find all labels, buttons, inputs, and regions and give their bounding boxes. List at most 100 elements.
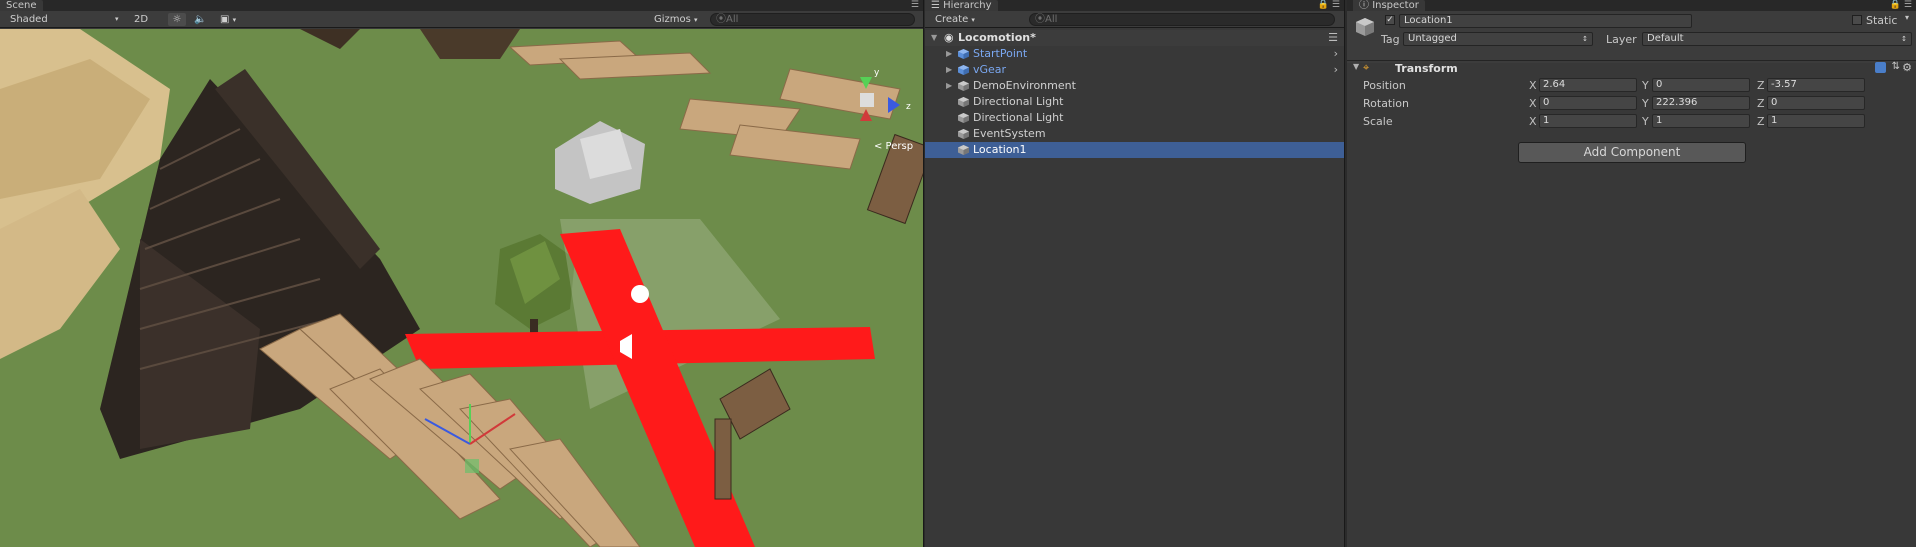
shading-mode-dropdown[interactable]: Shaded ▾ — [10, 13, 125, 26]
active-checkbox[interactable]: ✓ — [1385, 15, 1395, 25]
chevron-down-icon[interactable]: ▾ — [1905, 13, 1909, 22]
panel-menu-icon[interactable]: 🔒 ☰ — [1318, 0, 1340, 11]
hierarchy-item-label: DemoEnvironment — [973, 79, 1076, 92]
scene-toolbar: Shaded ▾ 2D ☼ 🔈 ▣ ▾ Gizmos ▾ ⦿All — [0, 11, 923, 28]
scene-menu-icon[interactable]: ☰ — [1328, 30, 1338, 46]
prefab-cube-icon — [958, 65, 969, 75]
hierarchy-item[interactable]: EventSystem — [925, 126, 1344, 142]
position-z-field[interactable]: -3.57 — [1767, 78, 1865, 92]
panel-menu-icon[interactable]: ☰ — [911, 0, 919, 11]
gameobject-cube-icon — [1356, 18, 1374, 36]
preset-icon[interactable]: ⇅ — [1892, 61, 1900, 72]
tag-value: Untagged — [1408, 33, 1457, 44]
hierarchy-item[interactable]: ▶ StartPoint › — [925, 46, 1344, 62]
y-axis-label[interactable]: Y — [1642, 97, 1649, 110]
z-axis-label[interactable]: Z — [1757, 79, 1765, 92]
chevron-right-icon[interactable]: › — [1334, 46, 1338, 62]
gizmos-dropdown[interactable]: Gizmos ▾ — [654, 13, 698, 26]
hierarchy-tabstrip: ☰ Hierarchy 🔒 ☰ — [925, 0, 1344, 11]
scale-y-field[interactable]: 1 — [1652, 114, 1750, 128]
chevron-down-icon: ▾ — [115, 15, 119, 23]
chevron-right-icon[interactable]: › — [1334, 62, 1338, 78]
layer-label: Layer — [1606, 33, 1637, 46]
static-label: Static — [1866, 14, 1898, 27]
lighting-toggle[interactable]: ☼ — [168, 13, 186, 26]
position-y-field[interactable]: 0 — [1652, 78, 1750, 92]
position-label: Position — [1363, 79, 1406, 92]
y-axis-label[interactable]: Y — [1642, 79, 1649, 92]
gameobject-cube-icon — [958, 113, 969, 123]
mode-2d-toggle[interactable]: 2D — [134, 13, 148, 26]
rotation-y-field[interactable]: 222.396 — [1652, 96, 1750, 110]
effects-dropdown[interactable]: ▣ ▾ — [220, 13, 236, 26]
tab-inspector[interactable]: ⓘ Inspector — [1353, 0, 1425, 11]
gizmo-z-label: z — [906, 102, 911, 112]
inspector-panel: ⓘ Inspector 🔒 ☰ ✓ Location1 Static ▾ Tag… — [1347, 0, 1916, 547]
hierarchy-item-label: Directional Light — [973, 95, 1064, 108]
gameobject-cube-icon — [958, 81, 969, 91]
z-axis-label[interactable]: Z — [1757, 97, 1765, 110]
static-checkbox[interactable] — [1852, 15, 1862, 25]
help-book-icon[interactable] — [1875, 62, 1886, 73]
scene-tabstrip: Scene ☰ — [0, 0, 923, 11]
gameobject-cube-icon — [958, 97, 969, 107]
hierarchy-search-input[interactable]: ⦿All — [1029, 13, 1335, 26]
position-x-field[interactable]: 2.64 — [1539, 78, 1637, 92]
gizmo-y-label: y — [874, 68, 880, 78]
rotation-label: Rotation — [1363, 97, 1410, 110]
gameobject-cube-icon — [958, 145, 969, 155]
create-dropdown[interactable]: Create ▾ — [935, 13, 975, 26]
hierarchy-item[interactable]: Location1 — [925, 142, 1344, 158]
audio-toggle[interactable]: 🔈 — [194, 13, 206, 26]
scene-render: y z < Persp — [0, 29, 923, 547]
panel-menu-icon[interactable]: 🔒 ☰ — [1890, 0, 1912, 11]
hierarchy-tree: ▼ ◉ Locomotion* ☰ ▶ StartPoint › ▶ vGear › ▶ De… — [925, 30, 1344, 158]
hierarchy-item[interactable]: ▶ vGear › — [925, 62, 1344, 78]
gameobject-cube-icon — [958, 129, 969, 139]
expand-arrow-icon[interactable]: ▶ — [946, 46, 952, 62]
tab-inspector-label: Inspector — [1372, 0, 1419, 11]
rotation-x-field[interactable]: 0 — [1539, 96, 1637, 110]
rotation-z-field[interactable]: 0 — [1767, 96, 1865, 110]
hierarchy-item-label: EventSystem — [973, 127, 1046, 140]
object-name-input[interactable]: Location1 — [1399, 14, 1692, 28]
expand-arrow-icon[interactable]: ▶ — [946, 62, 952, 78]
gear-icon[interactable]: ⚙ — [1902, 61, 1912, 74]
x-axis-label[interactable]: X — [1529, 79, 1537, 92]
hierarchy-item[interactable]: Directional Light — [925, 110, 1344, 126]
chevron-down-icon: ▾ — [694, 16, 698, 24]
expand-arrow-icon[interactable]: ▶ — [946, 78, 952, 94]
tab-hierarchy[interactable]: ☰ Hierarchy — [925, 0, 998, 11]
chevron-down-icon: ▾ — [971, 16, 975, 24]
hierarchy-item-label: Directional Light — [973, 111, 1064, 124]
hierarchy-item-label: Location1 — [973, 143, 1027, 156]
x-axis-label[interactable]: X — [1529, 97, 1537, 110]
prefab-cube-icon — [958, 49, 969, 59]
x-axis-label[interactable]: X — [1529, 115, 1537, 128]
hierarchy-item[interactable]: Directional Light — [925, 94, 1344, 110]
y-axis-label[interactable]: Y — [1642, 115, 1649, 128]
tab-hierarchy-label: Hierarchy — [943, 0, 992, 11]
hierarchy-panel: ☰ Hierarchy 🔒 ☰ Create ▾ ⦿All ▼ ◉ Locomo… — [925, 0, 1345, 547]
scene-panel: Scene ☰ Shaded ▾ 2D ☼ 🔈 ▣ ▾ Gizmos ▾ ⦿Al… — [0, 0, 924, 547]
scale-x-field[interactable]: 1 — [1539, 114, 1637, 128]
chevron-down-icon: ▾ — [232, 16, 237, 24]
scene-viewport[interactable]: y z < Persp — [0, 29, 923, 547]
add-component-button[interactable]: Add Component — [1518, 142, 1746, 163]
expand-arrow-icon[interactable]: ▼ — [1353, 62, 1359, 71]
inspector-tabstrip: ⓘ Inspector 🔒 ☰ — [1347, 0, 1916, 11]
scene-search-input[interactable]: ⦿All — [710, 13, 915, 26]
gizmos-label: Gizmos — [654, 14, 691, 25]
layer-dropdown[interactable]: Default ↕ — [1642, 32, 1912, 46]
hierarchy-item[interactable]: ▶ DemoEnvironment — [925, 78, 1344, 94]
z-axis-label[interactable]: Z — [1757, 115, 1765, 128]
transform-component-header[interactable]: ▼ ⌖ Transform ⇅ ⚙ — [1347, 60, 1916, 77]
scale-z-field[interactable]: 1 — [1767, 114, 1865, 128]
tag-dropdown[interactable]: Untagged ↕ — [1403, 32, 1593, 46]
hierarchy-toolbar: Create ▾ ⦿All — [925, 11, 1344, 28]
tab-scene[interactable]: Scene — [0, 0, 43, 11]
tag-label: Tag — [1381, 33, 1400, 46]
expand-arrow-icon[interactable]: ▼ — [931, 30, 937, 46]
shading-mode-value: Shaded — [10, 14, 48, 25]
scene-root-row[interactable]: ▼ ◉ Locomotion* ☰ — [925, 30, 1344, 46]
